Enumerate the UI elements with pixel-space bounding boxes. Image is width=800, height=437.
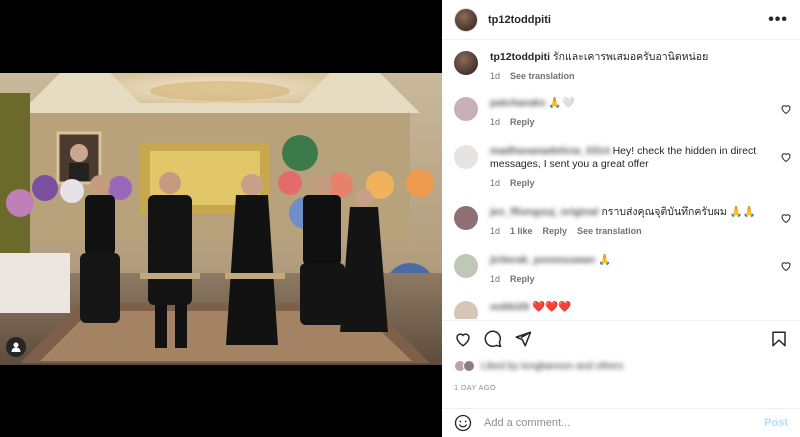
comment-meta: 1d Reply (490, 116, 780, 129)
liker-avatar (463, 360, 475, 372)
comment-body: nokki29 ❤️❤️❤️ (490, 301, 780, 314)
comment-time: 1d (490, 178, 501, 188)
author-username[interactable]: tp12toddpiti (488, 14, 551, 26)
likes-text[interactable]: Liked by tongbanson and others (481, 361, 623, 372)
comment-time: 1d (490, 274, 501, 284)
post-date[interactable]: 1 DAY AGO (454, 383, 496, 392)
commenter-avatar[interactable] (454, 145, 478, 169)
caption-body: tp12toddpiti รักและเคารพเสมอครับอานิดหน่… (490, 51, 780, 83)
commenter-avatar[interactable] (454, 97, 478, 121)
post-comment-button[interactable]: Post (764, 417, 788, 429)
add-comment-input[interactable]: Add a comment... (484, 417, 570, 429)
commenter-username[interactable]: madhavanadelicia_0314 (490, 145, 610, 157)
comments-list[interactable]: tp12toddpiti รักและเคารพเสมอครับอานิดหน่… (442, 41, 800, 319)
comment-body: patcharaks 🙏🤍 1d Reply (490, 97, 780, 129)
caption-text: รักและเคารพเสมอครับอานิดหน่อย (553, 51, 709, 63)
commenter-username[interactable]: nokki29 (490, 301, 529, 313)
commenter-avatar[interactable] (454, 206, 478, 230)
caption-avatar[interactable] (454, 51, 478, 75)
media-pane (0, 0, 442, 437)
commenter-avatar[interactable] (454, 301, 478, 319)
author-avatar[interactable] (454, 7, 478, 32)
comment-text: ❤️❤️❤️ (532, 301, 572, 313)
commenter-avatar[interactable] (454, 254, 478, 278)
like-comment-heart-icon[interactable] (780, 151, 792, 163)
commenter-username[interactable]: patcharaks (490, 97, 545, 109)
likes-summary[interactable]: Liked by tongbanson and others (454, 360, 623, 372)
caption-username[interactable]: tp12toddpiti (490, 51, 550, 63)
instagram-post-view: tp12toddpiti ••• tp12toddpiti รักและเคาร… (0, 0, 800, 437)
reply-button[interactable]: Reply (510, 177, 535, 190)
like-comment-heart-icon[interactable] (780, 103, 792, 115)
comment-text: 🙏🤍 (548, 97, 575, 109)
like-heart-icon[interactable] (454, 330, 472, 348)
comment-body: jes_ffiongsuj_original กราบส่งคุณจุติบัน… (490, 206, 780, 238)
comment-time: 1d (490, 226, 501, 236)
comment-likes-count[interactable]: 1 like (510, 225, 533, 238)
caption-time: 1d (490, 71, 501, 81)
like-comment-heart-icon[interactable] (780, 260, 792, 272)
comment-bubble-icon[interactable] (484, 330, 502, 348)
add-comment-bar: Add a comment... Post (442, 408, 800, 437)
save-bookmark-icon[interactable] (770, 330, 788, 348)
see-translation-link[interactable]: See translation (577, 225, 642, 238)
like-comment-heart-icon[interactable] (780, 212, 792, 224)
commenter-username[interactable]: jiriterak_poomsuwan (490, 254, 595, 266)
comment-text: 🙏 (597, 254, 612, 266)
commenter-username[interactable]: jes_ffiongsuj_original (490, 206, 599, 218)
comment-time: 1d (490, 117, 501, 127)
post-details-panel: tp12toddpiti ••• tp12toddpiti รักและเคาร… (442, 0, 800, 437)
share-paper-plane-icon[interactable] (514, 330, 532, 348)
post-photo[interactable] (0, 73, 442, 365)
comment-meta: 1d 1 like Reply See translation (490, 225, 780, 238)
emoji-smiley-icon[interactable] (454, 414, 472, 432)
comment-meta: 1d Reply (490, 273, 780, 286)
comment-text: กราบส่งคุณจุติบันทึกครับผม 🙏🙏 (601, 206, 756, 218)
post-actions-bar (442, 320, 800, 356)
see-translation-link[interactable]: See translation (510, 70, 575, 83)
user-tag-icon[interactable] (6, 337, 26, 357)
comment-body: jiriterak_poomsuwan 🙏 1d Reply (490, 254, 780, 286)
reply-button[interactable]: Reply (510, 273, 535, 286)
reply-button[interactable]: Reply (543, 225, 568, 238)
caption-meta: 1d See translation (490, 70, 780, 83)
comment-meta: 1d Reply (490, 177, 780, 190)
more-options-icon[interactable]: ••• (768, 11, 788, 29)
post-header: tp12toddpiti ••• (442, 0, 800, 40)
reply-button[interactable]: Reply (510, 116, 535, 129)
comment-body: madhavanadelicia_0314 Hey! check the hid… (490, 145, 780, 190)
